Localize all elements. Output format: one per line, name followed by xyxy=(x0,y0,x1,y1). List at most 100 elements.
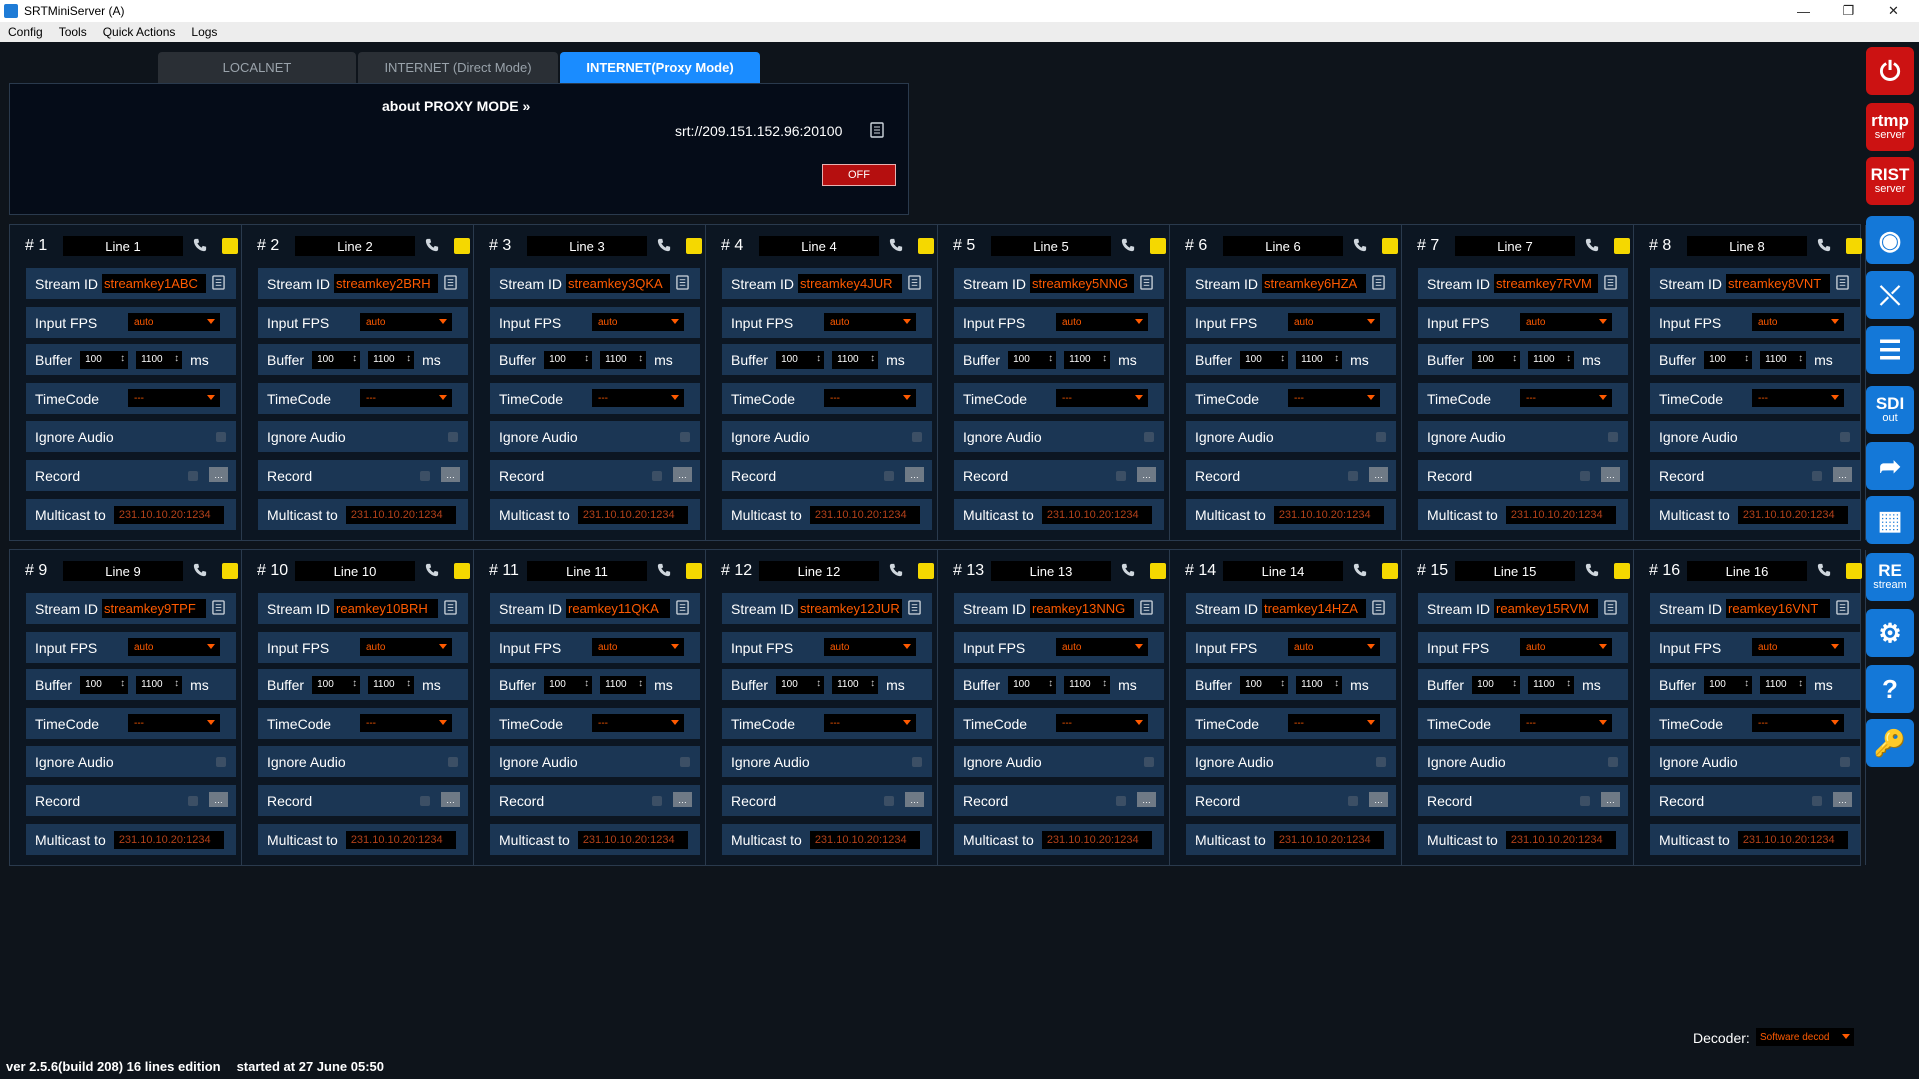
copy-stream-id-icon[interactable] xyxy=(212,599,225,618)
menu-config[interactable]: Config xyxy=(8,25,43,39)
buffer-min-spinner[interactable]: 100 xyxy=(544,350,593,369)
ignore-audio-toggle[interactable] xyxy=(216,432,226,442)
ignore-audio-toggle[interactable] xyxy=(1376,757,1386,767)
buffer-min-spinner[interactable]: 100 xyxy=(1704,350,1753,369)
stream-id-field[interactable]: reamkey15RVM xyxy=(1494,599,1599,618)
timecode-select[interactable]: --- xyxy=(128,389,220,407)
phone-icon[interactable] xyxy=(193,238,207,257)
about-proxy-mode-link[interactable]: about PROXY MODE » xyxy=(382,98,530,114)
copy-stream-id-icon[interactable] xyxy=(1140,274,1153,293)
record-folder-button[interactable]: … xyxy=(905,792,924,807)
schedule-list-icon[interactable]: ☰ xyxy=(1866,326,1914,374)
input-fps-select[interactable]: auto xyxy=(1288,313,1380,331)
ignore-audio-toggle[interactable] xyxy=(448,757,458,767)
buffer-max-spinner[interactable]: 1100 xyxy=(832,350,879,369)
input-fps-select[interactable]: auto xyxy=(824,313,916,331)
multicast-field[interactable]: 231.10.10.20:1234 xyxy=(1737,505,1848,524)
record-toggle[interactable] xyxy=(1580,796,1590,806)
timecode-select[interactable]: --- xyxy=(1520,714,1612,732)
copy-stream-id-icon[interactable] xyxy=(1372,274,1385,293)
timecode-select[interactable]: --- xyxy=(1288,389,1380,407)
restore-button[interactable]: ❐ xyxy=(1826,0,1871,22)
line-name-field[interactable]: Line 6 xyxy=(1223,236,1343,256)
buffer-max-spinner[interactable]: 1100 xyxy=(1064,350,1111,369)
copy-stream-id-icon[interactable] xyxy=(1836,599,1849,618)
copy-stream-id-icon[interactable] xyxy=(1604,274,1617,293)
copy-stream-id-icon[interactable] xyxy=(908,274,921,293)
stream-id-field[interactable]: reamkey16VNT xyxy=(1726,599,1831,618)
multicast-field[interactable]: 231.10.10.20:1234 xyxy=(113,505,224,524)
stream-id-field[interactable]: streamkey5NNG xyxy=(1030,274,1135,293)
buffer-min-spinner[interactable]: 100 xyxy=(1472,350,1521,369)
copy-stream-id-icon[interactable] xyxy=(212,274,225,293)
menu-tools[interactable]: Tools xyxy=(59,25,87,39)
ignore-audio-toggle[interactable] xyxy=(1608,432,1618,442)
phone-icon[interactable] xyxy=(1121,563,1135,582)
buffer-max-spinner[interactable]: 1100 xyxy=(1528,675,1575,694)
copy-stream-id-icon[interactable] xyxy=(676,274,689,293)
stream-id-field[interactable]: streamkey9TPF xyxy=(102,599,207,618)
copy-stream-id-icon[interactable] xyxy=(676,599,689,618)
record-folder-button[interactable]: … xyxy=(1369,792,1388,807)
multicast-field[interactable]: 231.10.10.20:1234 xyxy=(1273,830,1384,849)
phone-icon[interactable] xyxy=(425,238,439,257)
ignore-audio-toggle[interactable] xyxy=(1144,757,1154,767)
gear-icon[interactable]: ⚙ xyxy=(1866,609,1914,657)
buffer-max-spinner[interactable]: 1100 xyxy=(368,675,415,694)
input-fps-select[interactable]: auto xyxy=(1056,638,1148,656)
copy-stream-id-icon[interactable] xyxy=(1604,599,1617,618)
record-folder-button[interactable]: … xyxy=(1137,467,1156,482)
stream-id-field[interactable]: reamkey13NNG xyxy=(1030,599,1135,618)
timecode-select[interactable]: --- xyxy=(1056,389,1148,407)
line-name-field[interactable]: Line 15 xyxy=(1455,561,1575,581)
line-name-field[interactable]: Line 1 xyxy=(63,236,183,256)
line-name-field[interactable]: Line 11 xyxy=(527,561,647,581)
timecode-select[interactable]: --- xyxy=(824,389,916,407)
stream-id-field[interactable]: reamkey10BRH xyxy=(334,599,439,618)
sdi-out-icon[interactable]: SDI out xyxy=(1866,386,1914,434)
tab-internet-proxy[interactable]: INTERNET(Proxy Mode) xyxy=(560,52,760,83)
record-folder-button[interactable]: … xyxy=(673,467,692,482)
record-toggle[interactable] xyxy=(1348,471,1358,481)
record-toggle[interactable] xyxy=(652,471,662,481)
ignore-audio-toggle[interactable] xyxy=(1376,432,1386,442)
buffer-min-spinner[interactable]: 100 xyxy=(1008,675,1057,694)
restream-icon[interactable]: RE stream xyxy=(1866,553,1914,601)
record-folder-button[interactable]: … xyxy=(1833,792,1852,807)
buffer-max-spinner[interactable]: 1100 xyxy=(1760,350,1807,369)
multicast-field[interactable]: 231.10.10.20:1234 xyxy=(1273,505,1384,524)
tab-localnet[interactable]: LOCALNET xyxy=(158,52,356,83)
copy-stream-id-icon[interactable] xyxy=(908,599,921,618)
record-toggle[interactable] xyxy=(1812,471,1822,481)
layout-grid-icon[interactable]: ▦ xyxy=(1866,496,1914,544)
phone-icon[interactable] xyxy=(193,563,207,582)
record-toggle[interactable] xyxy=(188,796,198,806)
input-fps-select[interactable]: auto xyxy=(1520,638,1612,656)
buffer-min-spinner[interactable]: 100 xyxy=(776,350,825,369)
stream-id-field[interactable]: streamkey12JUR xyxy=(798,599,903,618)
copy-stream-id-icon[interactable] xyxy=(444,274,457,293)
ignore-audio-toggle[interactable] xyxy=(680,432,690,442)
phone-icon[interactable] xyxy=(425,563,439,582)
phone-icon[interactable] xyxy=(1121,238,1135,257)
timecode-select[interactable]: --- xyxy=(592,714,684,732)
stream-id-field[interactable]: treamkey14HZA xyxy=(1262,599,1367,618)
buffer-min-spinner[interactable]: 100 xyxy=(1472,675,1521,694)
input-fps-select[interactable]: auto xyxy=(360,638,452,656)
line-name-field[interactable]: Line 4 xyxy=(759,236,879,256)
timecode-select[interactable]: --- xyxy=(824,714,916,732)
multicast-field[interactable]: 231.10.10.20:1234 xyxy=(1505,505,1616,524)
line-name-field[interactable]: Line 12 xyxy=(759,561,879,581)
phone-icon[interactable] xyxy=(1353,238,1367,257)
record-folder-button[interactable]: … xyxy=(1601,467,1620,482)
timecode-select[interactable]: --- xyxy=(1752,714,1844,732)
ignore-audio-toggle[interactable] xyxy=(1608,757,1618,767)
line-name-field[interactable]: Line 2 xyxy=(295,236,415,256)
rtmp-server-icon[interactable]: rtmp server xyxy=(1866,103,1914,151)
record-folder-button[interactable]: … xyxy=(209,467,228,482)
buffer-min-spinner[interactable]: 100 xyxy=(1240,350,1289,369)
power-icon[interactable]: ⏻ xyxy=(1866,47,1914,95)
multicast-field[interactable]: 231.10.10.20:1234 xyxy=(345,830,456,849)
line-name-field[interactable]: Line 16 xyxy=(1687,561,1807,581)
record-folder-button[interactable]: … xyxy=(1137,792,1156,807)
